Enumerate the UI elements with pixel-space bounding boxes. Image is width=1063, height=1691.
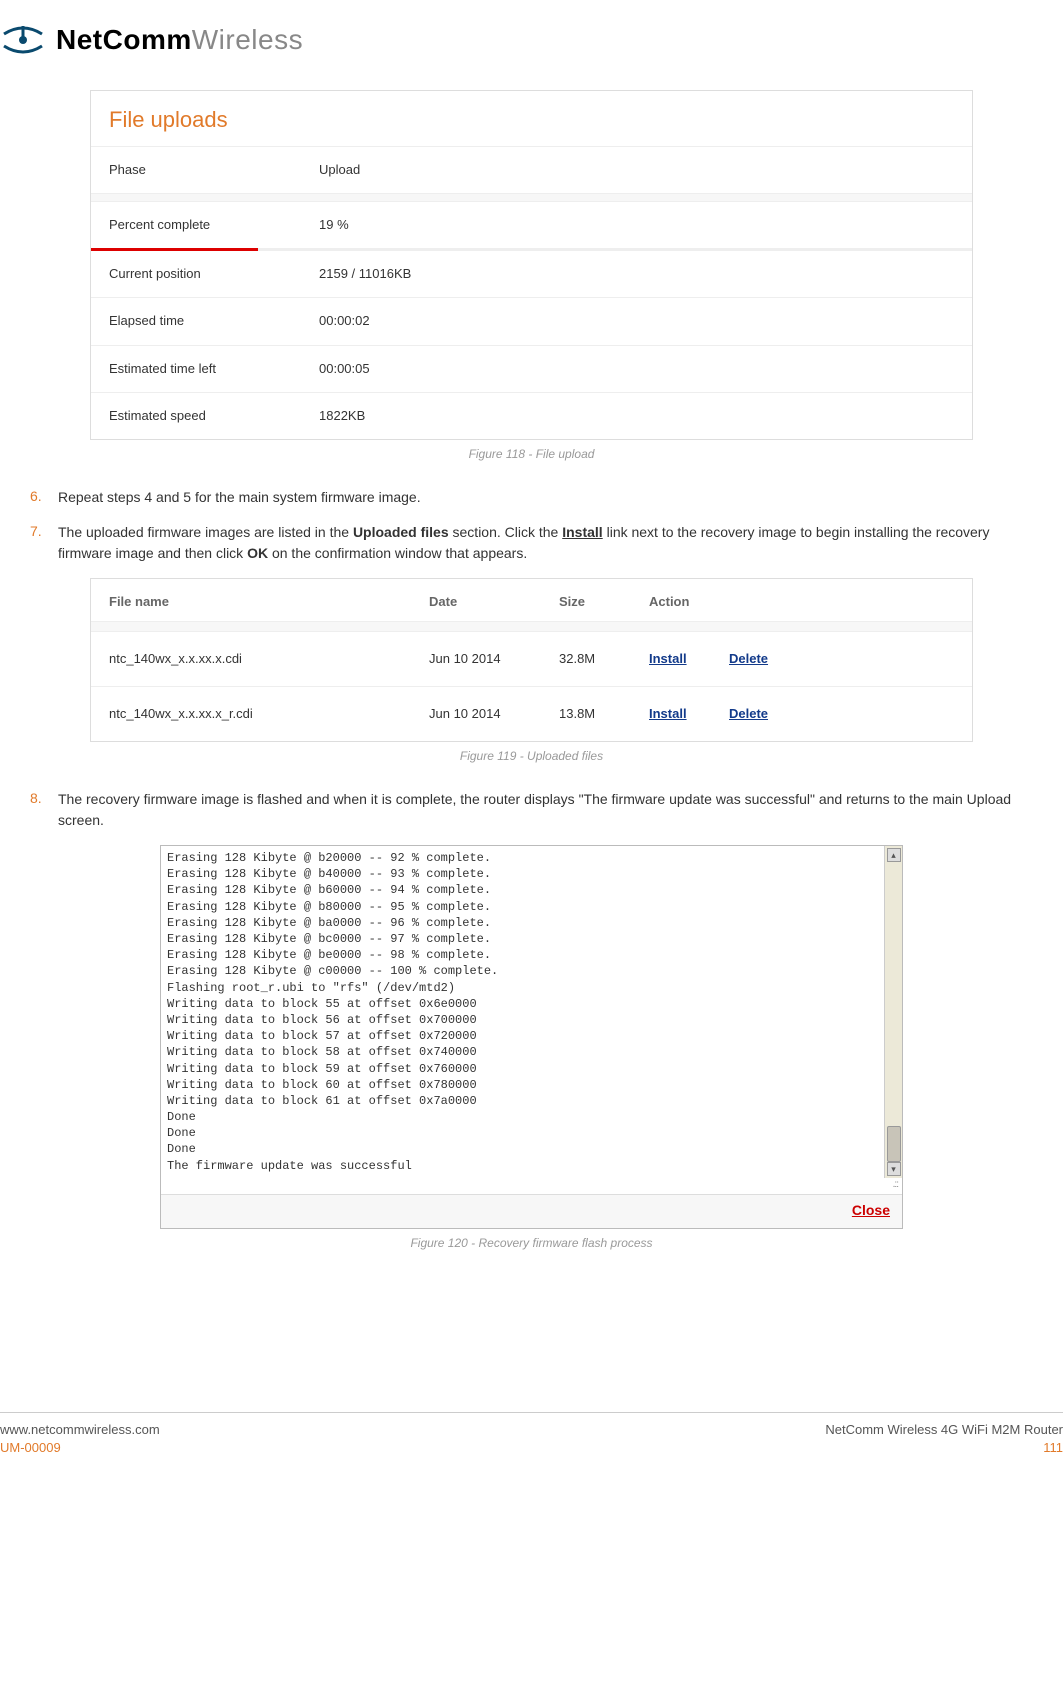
brand-name-bold: NetComm xyxy=(56,24,192,55)
file-1-size: 13.8M xyxy=(559,705,649,723)
label-speed: Estimated speed xyxy=(109,407,319,425)
uploaded-files-panel: File name Date Size Action ntc_140wx_x.x… xyxy=(90,578,973,743)
brand-logo-icon xyxy=(0,20,46,60)
caption-fig118: Figure 118 - File upload xyxy=(30,446,1033,463)
panel-spacer xyxy=(91,194,972,202)
progress-bar xyxy=(91,248,972,251)
label-phase: Phase xyxy=(109,161,319,179)
value-elapsed: 00:00:02 xyxy=(319,312,954,330)
caption-fig120: Figure 120 - Recovery firmware flash pro… xyxy=(30,1235,1033,1252)
label-elapsed: Elapsed time xyxy=(109,312,319,330)
row-phase: Phase Upload xyxy=(91,147,972,194)
step-6-text: Repeat steps 4 and 5 for the main system… xyxy=(58,487,1033,508)
col-head-date: Date xyxy=(429,593,559,611)
brand-name: NetCommWireless xyxy=(56,20,303,59)
label-percent: Percent complete xyxy=(109,216,319,234)
footer-product: NetComm Wireless 4G WiFi M2M Router xyxy=(825,1422,1063,1437)
steps-list-2: The recovery firmware image is flashed a… xyxy=(30,789,1033,831)
file-0-name: ntc_140wx_x.x.xx.x.cdi xyxy=(109,650,429,668)
file-upload-panel: File uploads Phase Upload Percent comple… xyxy=(90,90,973,440)
col-head-size: Size xyxy=(559,593,649,611)
row-remaining: Estimated time left 00:00:05 xyxy=(91,346,972,393)
row-elapsed: Elapsed time 00:00:02 xyxy=(91,298,972,345)
step-8-text: The recovery firmware image is flashed a… xyxy=(58,789,1033,831)
brand-header: NetCommWireless xyxy=(0,20,1063,90)
file-0-date: Jun 10 2014 xyxy=(429,650,559,668)
console-close-link[interactable]: Close xyxy=(852,1202,890,1218)
console-close-bar: Close xyxy=(161,1194,902,1229)
footer-um: UM-00009 xyxy=(0,1440,61,1455)
label-remaining: Estimated time left xyxy=(109,360,319,378)
step-6: Repeat steps 4 and 5 for the main system… xyxy=(30,487,1033,508)
files-header-row: File name Date Size Action xyxy=(91,579,972,622)
brand-name-light: Wireless xyxy=(192,24,303,55)
panel-title: File uploads xyxy=(91,91,972,147)
file-1-install-link[interactable]: Install xyxy=(649,705,729,723)
col-head-name: File name xyxy=(109,593,429,611)
value-percent: 19 % xyxy=(319,216,954,234)
file-1-name: ntc_140wx_x.x.xx.x_r.cdi xyxy=(109,705,429,723)
file-row-1: ntc_140wx_x.x.xx.x_r.cdi Jun 10 2014 13.… xyxy=(91,687,972,741)
scroll-thumb[interactable] xyxy=(887,1126,901,1162)
files-spacer xyxy=(91,622,972,632)
file-0-size: 32.8M xyxy=(559,650,649,668)
file-0-delete-link[interactable]: Delete xyxy=(729,650,809,668)
value-speed: 1822KB xyxy=(319,407,954,425)
label-position: Current position xyxy=(109,265,319,283)
scroll-up-icon[interactable]: ▴ xyxy=(887,848,901,862)
file-1-delete-link[interactable]: Delete xyxy=(729,705,809,723)
step-8: The recovery firmware image is flashed a… xyxy=(30,789,1033,831)
console-output: Erasing 128 Kibyte @ b20000 -- 92 % comp… xyxy=(161,846,884,1178)
file-row-0: ntc_140wx_x.x.xx.x.cdi Jun 10 2014 32.8M… xyxy=(91,632,972,687)
steps-list: Repeat steps 4 and 5 for the main system… xyxy=(30,487,1033,564)
footer-url: www.netcommwireless.com xyxy=(0,1421,160,1439)
console-panel: Erasing 128 Kibyte @ b20000 -- 92 % comp… xyxy=(160,845,903,1229)
progress-fill xyxy=(91,248,258,251)
resize-grip-icon[interactable]: .:: xyxy=(161,1178,902,1194)
step-7-text: The uploaded firmware images are listed … xyxy=(58,522,1033,564)
scroll-down-icon[interactable]: ▾ xyxy=(887,1162,901,1176)
file-1-date: Jun 10 2014 xyxy=(429,705,559,723)
row-percent: Percent complete 19 % xyxy=(91,202,972,249)
col-head-action: Action xyxy=(649,593,729,611)
row-speed: Estimated speed 1822KB xyxy=(91,393,972,439)
page-footer: www.netcommwireless.com UM-00009 NetComm… xyxy=(0,1412,1063,1457)
step-7: The uploaded firmware images are listed … xyxy=(30,522,1033,564)
row-position: Current position 2159 / 11016KB xyxy=(91,251,972,298)
caption-fig119: Figure 119 - Uploaded files xyxy=(30,748,1033,765)
console-scrollbar[interactable]: ▴ ▾ xyxy=(884,846,902,1178)
value-remaining: 00:00:05 xyxy=(319,360,954,378)
value-position: 2159 / 11016KB xyxy=(319,265,954,283)
value-phase: Upload xyxy=(319,161,954,179)
file-0-install-link[interactable]: Install xyxy=(649,650,729,668)
footer-page-number: 111 xyxy=(1043,1440,1063,1455)
